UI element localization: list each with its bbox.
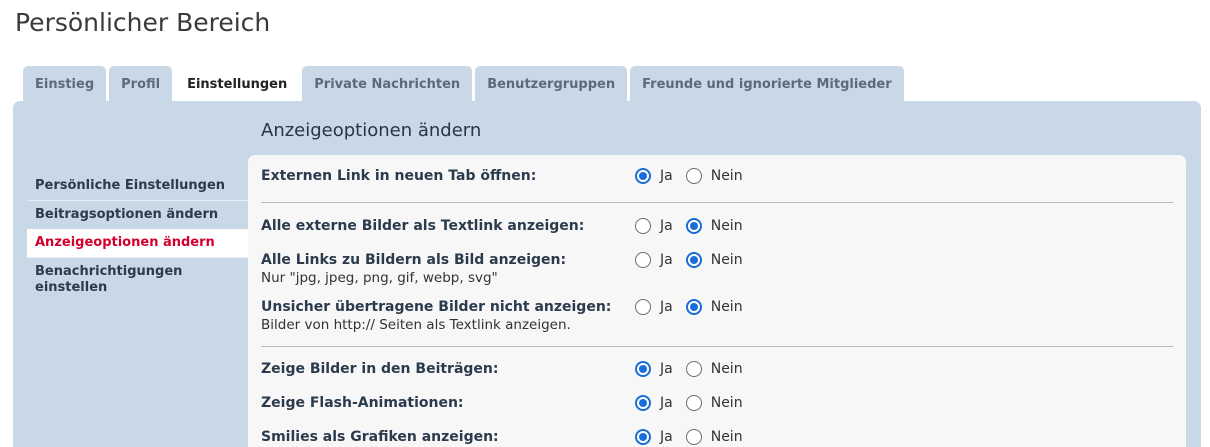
setting-row-insecure-images: Unsicher übertragene Bilder nicht anzeig…	[261, 299, 1173, 333]
radio-label: Ja	[660, 429, 673, 445]
radio-label: Ja	[660, 299, 673, 315]
radio-nein[interactable]: Nein	[685, 252, 743, 268]
tab-profil[interactable]: Profil	[109, 66, 173, 102]
setting-row-flash: Zeige Flash-Animationen: Ja Nein	[261, 395, 1173, 411]
options-content: Externen Link in neuen Tab öffnen: Ja Ne…	[248, 155, 1186, 447]
divider	[261, 346, 1173, 347]
radio-unchecked-icon[interactable]	[685, 361, 702, 377]
radio-label: Ja	[660, 168, 673, 184]
radio-checked-icon[interactable]	[635, 429, 651, 445]
tab-freunde-ignorierte[interactable]: Freunde und ignorierte Mitglieder	[630, 66, 904, 102]
tab-einstieg[interactable]: Einstieg	[23, 66, 107, 102]
radio-label: Nein	[710, 168, 743, 184]
radio-checked-icon[interactable]	[635, 395, 651, 411]
radio-nein[interactable]: Nein	[685, 429, 743, 445]
section-title: Anzeigeoptionen ändern	[261, 120, 482, 141]
radio-nein[interactable]: Nein	[685, 299, 743, 315]
radio-label: Nein	[710, 218, 743, 234]
setting-row-links-as-images: Alle Links zu Bildern als Bild anzeigen:…	[261, 252, 1173, 286]
radio-unchecked-icon[interactable]	[685, 395, 702, 411]
setting-description: Bilder von http:// Seiten als Textlink a…	[261, 317, 571, 333]
radio-group: Ja Nein	[635, 429, 756, 445]
radio-checked-icon[interactable]	[635, 168, 651, 184]
radio-ja[interactable]: Ja	[635, 361, 673, 377]
radio-nein[interactable]: Nein	[685, 168, 743, 184]
sidebar: Persönliche Einstellungen Beitragsoption…	[27, 172, 248, 302]
radio-ja[interactable]: Ja	[635, 168, 673, 184]
radio-label: Nein	[710, 429, 743, 445]
tab-private-nachrichten[interactable]: Private Nachrichten	[302, 66, 473, 102]
radio-label: Nein	[710, 361, 743, 377]
radio-label: Ja	[660, 361, 673, 377]
radio-group: Ja Nein	[635, 299, 756, 315]
radio-checked-icon[interactable]	[635, 361, 651, 377]
page-title: Persönlicher Bereich	[15, 8, 271, 37]
radio-ja[interactable]: Ja	[635, 395, 673, 411]
radio-group: Ja Nein	[635, 361, 756, 377]
setting-row-external-images-as-link: Alle externe Bilder als Textlink anzeige…	[261, 218, 1173, 234]
radio-label: Ja	[660, 395, 673, 411]
radio-ja[interactable]: Ja	[635, 299, 673, 315]
radio-label: Ja	[660, 218, 673, 234]
radio-group: Ja Nein	[635, 395, 756, 411]
radio-ja[interactable]: Ja	[635, 429, 673, 445]
radio-ja[interactable]: Ja	[635, 218, 673, 234]
radio-ja[interactable]: Ja	[635, 252, 673, 268]
radio-unchecked-icon[interactable]	[635, 252, 651, 268]
radio-nein[interactable]: Nein	[685, 395, 743, 411]
radio-nein[interactable]: Nein	[685, 218, 743, 234]
radio-unchecked-icon[interactable]	[685, 429, 702, 445]
radio-label: Nein	[710, 252, 743, 268]
divider	[261, 202, 1173, 203]
radio-label: Ja	[660, 252, 673, 268]
radio-unchecked-icon[interactable]	[635, 218, 651, 234]
setting-description: Nur "jpg, jpeg, png, gif, webp, svg"	[261, 270, 498, 286]
tab-benutzergruppen[interactable]: Benutzergruppen	[475, 66, 628, 102]
radio-checked-icon[interactable]	[685, 218, 702, 234]
radio-unchecked-icon[interactable]	[685, 168, 702, 184]
radio-checked-icon[interactable]	[685, 252, 702, 268]
sidebar-item-persoenliche-einstellungen[interactable]: Persönliche Einstellungen	[27, 172, 248, 200]
setting-row-external-link-new-tab: Externen Link in neuen Tab öffnen: Ja Ne…	[261, 168, 1173, 184]
sidebar-item-beitragsoptionen[interactable]: Beitragsoptionen ändern	[27, 200, 248, 229]
sidebar-item-anzeigeoptionen[interactable]: Anzeigeoptionen ändern	[27, 229, 248, 257]
tab-einstellungen[interactable]: Einstellungen	[175, 66, 300, 102]
setting-row-show-images: Zeige Bilder in den Beiträgen: Ja Nein	[261, 361, 1173, 377]
radio-label: Nein	[710, 299, 743, 315]
radio-group: Ja Nein	[635, 218, 756, 234]
radio-checked-icon[interactable]	[685, 299, 702, 315]
radio-unchecked-icon[interactable]	[635, 299, 651, 315]
radio-group: Ja Nein	[635, 252, 756, 268]
setting-row-smilies: Smilies als Grafiken anzeigen: Ja Nein	[261, 429, 1173, 445]
radio-group: Ja Nein	[635, 168, 756, 184]
radio-nein[interactable]: Nein	[685, 361, 743, 377]
sidebar-item-benachrichtigungen[interactable]: Benachrichtigungen einstellen	[27, 257, 248, 302]
radio-label: Nein	[710, 395, 743, 411]
tab-bar: Einstieg Profil Einstellungen Private Na…	[23, 66, 904, 102]
